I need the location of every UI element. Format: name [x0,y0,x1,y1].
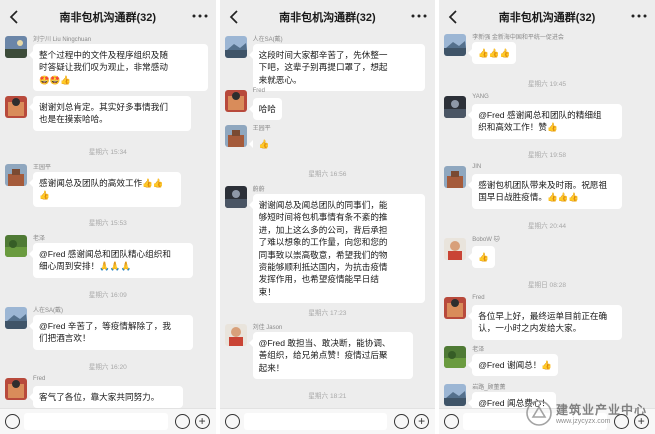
screens: 南非包机沟通群(32) 刘宁川 Liu Ningchuan 整个过程中的文件及程… [0,0,655,434]
sender-name: 老泽 [33,236,46,242]
avatar[interactable] [224,125,247,147]
sender-name: JIN [472,164,482,170]
avatar[interactable] [444,346,467,368]
timestamp: 星期日 08:28 [527,282,567,289]
timestamp: 星期六 20:44 [527,223,567,230]
avatar[interactable] [444,297,467,319]
timestamp: 星期六 15:34 [88,149,127,156]
sender-name: 老泽 [472,347,485,353]
sender-name: Fred [252,88,265,94]
timestamp: 星期六 16:20 [88,364,127,371]
watermark-url: www.jzycyzx.com [555,418,611,425]
more-dots-icon[interactable] [411,13,427,19]
timestamp: 星期六 19:45 [527,81,567,88]
more-dots-icon[interactable] [192,13,208,19]
avatar[interactable] [224,36,247,58]
back-chevron-icon[interactable] [6,8,22,26]
plus-icon[interactable]: + [194,414,210,429]
message-bubble[interactable]: 整个过程中的文件及程序组织及随 时答疑让我们叹为观止，非常感动 🤩🤩👍 [29,44,208,92]
input-bar: + [0,408,216,434]
timestamp: 星期六 15:53 [88,220,127,227]
chat-screen-1: 南非包机沟通群(32) 刘宁川 Liu Ningchuan 整个过程中的文件及程… [0,0,216,434]
back-chevron-icon[interactable] [226,8,242,26]
avatar[interactable] [5,307,27,329]
avatar[interactable] [224,186,247,208]
chat-header: 南非包机沟通群(32) [439,0,655,34]
chat-title: 南非包机沟通群(32) [59,12,157,24]
chat-title: 南非包机沟通群(32) [279,12,376,24]
sender-name: 李新强 金新海中国和平统一促进会 [472,35,564,41]
input-bar: + [219,408,436,434]
message-bubble[interactable]: 哈哈 [248,98,282,121]
avatar[interactable] [444,384,467,406]
sender-name: 刘宁川 Liu Ningchuan [33,37,92,43]
message-bubble[interactable]: 感谢包机团队带来及时雨。祝愿祖 国早日战胜疫情。👍👍👍 [468,174,623,209]
emoji-icon[interactable] [174,414,190,429]
avatar[interactable] [224,90,247,112]
avatar[interactable] [5,164,27,186]
message-bubble[interactable]: @Fred 感谢闻总和团队精心组织和 细心周到安排！🙏🙏🙏 [29,243,193,278]
chat-screen-2: 南非包机沟通群(32) 人在SA(戴) 这段时间大家都辛苦了，先休整一 下吧，这… [219,0,436,434]
message-bubble[interactable]: 各位早上好，最终运单目前正在确 认，一小时之内发给大家。 [468,305,623,340]
avatar[interactable] [5,96,27,118]
watermark-logo-icon [526,400,552,426]
avatar[interactable] [444,166,467,188]
message-input[interactable] [24,413,168,430]
avatar[interactable] [444,96,467,118]
sender-name: 蔚蔚 [252,187,265,193]
voice-icon[interactable] [444,414,460,429]
sender-name: YANG [472,94,489,100]
message-bubble[interactable]: 👍👍👍 [468,42,517,65]
watermark-title: 建筑业产业中心 [555,403,647,417]
timestamp: 星期六 17:23 [308,310,347,317]
sender-name: 刘佳 Jason [252,325,283,331]
plus-icon[interactable]: + [414,414,430,429]
message-list: 李新强 金新海中国和平统一促进会 👍👍👍 星期六 19:45 YANG @Fre… [439,34,655,415]
message-bubble[interactable]: 👍 [248,133,276,155]
more-dots-icon[interactable] [631,13,647,19]
chat-header: 南非包机沟通群(32) [219,0,436,34]
chat-title: 南非包机沟通群(32) [498,12,596,24]
message-bubble[interactable]: @Fred 敢担当、敢决断，能协调、 善组织，给兄弟点赞！疫情过后聚 起来！ [248,332,413,380]
sender-name: Fred [33,376,46,382]
avatar[interactable] [5,235,27,257]
avatar[interactable] [5,36,27,58]
message-bubble[interactable]: 谢谢闻总及闻总团队的同事们，能 够短时间将包机事情有条不紊的推 进，加上这么多的… [248,194,425,304]
chat-header: 南非包机沟通群(32) [0,0,216,34]
emoji-icon[interactable] [394,414,410,429]
avatar[interactable] [5,378,27,400]
sender-name: 岩路_顾董薰 [472,385,506,391]
avatar[interactable] [224,324,247,346]
message-input[interactable] [243,413,388,430]
sender-name: 人在SA(戴) [33,308,64,314]
sender-name: Fred [472,295,485,301]
avatar[interactable] [444,238,467,260]
message-list: 人在SA(戴) 这段时间大家都辛苦了，先休整一 下吧，这辈子别再提口罩了，想起 … [220,34,436,408]
message-bubble[interactable]: @Fred 辛苦了，等疫情解除了，我 们把酒言欢！ [29,315,193,350]
sender-name: 王园平 [33,165,52,171]
message-bubble[interactable]: 客气了各位，靠大家共同努力。 [29,386,183,409]
timestamp: 星期六 16:56 [308,171,347,178]
message-bubble[interactable]: 谢谢刘总肯定。其实好多事情我们 也是在摸索哈哈。 [29,96,191,131]
timestamp: 星期六 19:58 [527,152,567,159]
message-list: 刘宁川 Liu Ningchuan 整个过程中的文件及程序组织及随 时答疑让我们… [0,34,216,409]
sender-name: BoboW 🐱 [472,237,500,243]
back-chevron-icon[interactable] [445,8,461,26]
sender-name: 人在SA(戴) [252,37,283,43]
message-bubble[interactable]: @Fred 感谢闻总和团队的精细组 织和高效工作！赞👍 [468,104,623,139]
message-bubble[interactable]: 👍 [468,246,495,269]
voice-icon[interactable] [5,414,20,429]
watermark: 建筑业产业中心 www.jzycyzx.com [526,400,647,426]
avatar[interactable] [444,34,467,56]
timestamp: 星期六 18:21 [308,393,347,400]
timestamp: 星期六 16:09 [88,292,127,299]
voice-icon[interactable] [224,414,240,429]
sender-name: 王园平 [252,126,271,132]
chat-screen-3: 南非包机沟通群(32) 李新强 金新海中国和平统一促进会 👍👍👍 星期六 19:… [439,0,655,434]
message-bubble[interactable]: @Fred 谢闻总！👍 [468,354,559,377]
message-bubble[interactable]: 感谢闻总及团队的高效工作👍👍 👍 [29,172,181,207]
message-bubble[interactable]: 这段时间大家都辛苦了，先休整一 下吧，这辈子别再提口罩了，想起 来就恶心。 [248,44,425,92]
